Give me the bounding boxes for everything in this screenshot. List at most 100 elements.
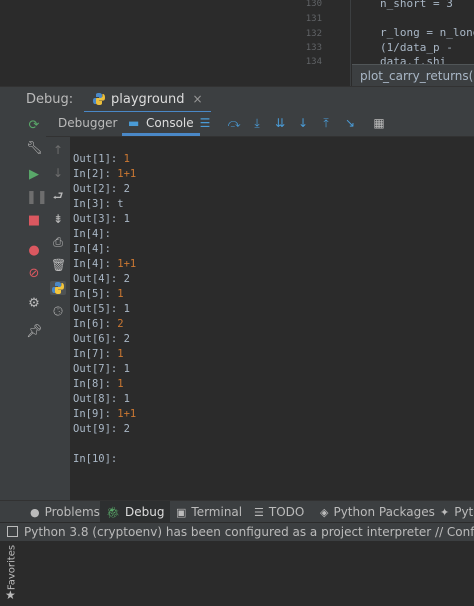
console-value: 1 bbox=[117, 348, 124, 360]
console-value: 2 bbox=[123, 333, 130, 345]
show-execution-point-icon[interactable]: ⤼ bbox=[227, 116, 241, 130]
step-over-icon[interactable]: ⤓ bbox=[250, 116, 264, 130]
run-config-tab[interactable]: playground × bbox=[84, 87, 211, 113]
python-console-icon[interactable] bbox=[50, 281, 66, 295]
print-icon[interactable]: ⎙ bbox=[51, 235, 65, 249]
console-line: In[9]: 1+1 bbox=[73, 407, 136, 422]
bottom-tab-python-packages[interactable]: ◈ Python Packages bbox=[314, 501, 441, 523]
debug-tool-window-header: Debug: playground × bbox=[0, 86, 474, 113]
bottom-tab-debug[interactable]: 🐞︎ Debug bbox=[100, 501, 171, 523]
console-value: 1 bbox=[123, 393, 130, 405]
code-line[interactable]: n_short = 3 bbox=[380, 0, 453, 10]
console-value: 2 bbox=[123, 423, 130, 435]
settings-gear-icon[interactable]: ⚙ bbox=[26, 296, 42, 312]
status-bar: Python 3.8 (cryptoenv) has been configur… bbox=[0, 522, 474, 541]
code-line[interactable]: r_long = n_long bbox=[380, 26, 474, 39]
console-value: 1 bbox=[123, 153, 130, 165]
console-line: Out[1]: 1 bbox=[73, 152, 130, 167]
console-line: In[7]: 1 bbox=[73, 347, 124, 362]
console-prompt: Out[3]: bbox=[73, 213, 124, 225]
status-message[interactable]: Python 3.8 (cryptoenv) has been configur… bbox=[24, 525, 474, 539]
console-line: In[4]: bbox=[73, 242, 111, 257]
console-prompt: Out[6]: bbox=[73, 333, 124, 345]
resume-icon[interactable]: ▶ bbox=[26, 167, 42, 183]
line-number: 133 bbox=[305, 43, 322, 53]
soft-wrap-icon[interactable]: ⮐ bbox=[51, 189, 65, 203]
packages-icon: ◈ bbox=[320, 506, 329, 519]
console-line: In[5]: 1 bbox=[73, 287, 124, 302]
console-value: 1+1 bbox=[117, 408, 137, 420]
console-value: 1 bbox=[123, 363, 130, 375]
run-config-label: playground bbox=[111, 91, 185, 107]
code-line[interactable]: (1/data_p - bbox=[380, 41, 453, 54]
arrow-up-icon[interactable]: ↑ bbox=[51, 143, 65, 157]
step-into-my-code-icon[interactable]: ↓ bbox=[296, 116, 310, 130]
console-prompt: In[7]: bbox=[73, 348, 118, 360]
bottom-tab-python-console[interactable]: ✦ Pyt bbox=[434, 501, 474, 523]
active-tab-indicator bbox=[122, 133, 200, 136]
tool-windows-toggle-icon[interactable] bbox=[7, 526, 18, 537]
console-line: In[2]: 1+1 bbox=[73, 167, 136, 182]
bottom-tab-todo[interactable]: ☰ TODO bbox=[248, 501, 310, 523]
python-console-icon: ✦ bbox=[440, 506, 450, 519]
gutter-divider bbox=[350, 0, 351, 86]
pin-icon[interactable]: 📌︎ bbox=[26, 324, 43, 340]
console-line: Out[9]: 2 bbox=[73, 422, 130, 437]
console-line: In[3]: t bbox=[73, 197, 124, 212]
console-value: 1 bbox=[117, 378, 124, 390]
console-prompt: In[8]: bbox=[73, 378, 118, 390]
console-prompt: In[10]: bbox=[73, 453, 118, 465]
console-value: 2 bbox=[123, 183, 130, 195]
clock-history-icon[interactable]: 🕓︎ bbox=[51, 304, 65, 318]
line-number: 132 bbox=[305, 29, 322, 39]
console-prompt: In[2]: bbox=[73, 168, 118, 180]
close-tab-icon[interactable]: × bbox=[193, 92, 203, 106]
console-line: In[10]: bbox=[73, 452, 117, 467]
debug-actions-toolbar: ⟳ 🔧︎ ▶ ❚❚ ■ ● ⊘ ⚙ 📌︎ bbox=[22, 112, 48, 500]
favorites-tool-button[interactable]: Favorites ★ bbox=[2, 540, 20, 606]
arrow-down-icon[interactable]: ↓ bbox=[51, 166, 65, 180]
console-prompt: Out[7]: bbox=[73, 363, 124, 375]
wrench-icon[interactable]: 🔧︎ bbox=[26, 141, 43, 157]
bottom-tab-problems[interactable]: ● Problems bbox=[24, 501, 106, 523]
pause-icon[interactable]: ❚❚ bbox=[26, 190, 48, 206]
console-line: In[8]: 1 bbox=[73, 377, 124, 392]
console-prompt: Out[1]: bbox=[73, 153, 124, 165]
step-out-icon[interactable]: ⤒ bbox=[319, 116, 333, 130]
scroll-to-end-icon[interactable]: ⇟ bbox=[51, 212, 65, 226]
console-prompt: In[4]: bbox=[73, 243, 111, 255]
code-editor[interactable]: 130 131 132 133 134 n_short = 3 r_long =… bbox=[0, 0, 474, 87]
console-prompt: Out[5]: bbox=[73, 303, 124, 315]
debug-tabs-row: Debugger ▬ Console ☰ ⤼ ⤓ ⇊ ↓ ⤒ ↘ ▦ bbox=[46, 112, 474, 137]
console-line: Out[4]: 2 bbox=[73, 272, 130, 287]
tab-console[interactable]: Console bbox=[146, 116, 194, 130]
bottom-tool-tabs: ● Problems 🐞︎ Debug ▣ Terminal ☰ TODO ◈ Pytho… bbox=[0, 500, 474, 523]
line-number: 134 bbox=[305, 57, 322, 67]
debug-title: Debug: bbox=[26, 92, 74, 107]
rerun-icon[interactable]: ⟳ bbox=[26, 118, 42, 134]
console-line: Out[2]: 2 bbox=[73, 182, 130, 197]
console-value: 2 bbox=[123, 273, 130, 285]
console-line: Out[5]: 1 bbox=[73, 302, 130, 317]
menu-lines-icon[interactable]: ☰ bbox=[198, 116, 212, 130]
console-value: 1+1 bbox=[117, 258, 137, 270]
run-to-cursor-icon[interactable]: ↘ bbox=[343, 116, 357, 130]
evaluate-expression-icon[interactable]: ▦ bbox=[372, 116, 386, 130]
step-into-icon[interactable]: ⇊ bbox=[273, 116, 287, 130]
mute-breakpoints-icon[interactable]: ⊘ bbox=[26, 266, 42, 282]
bottom-tab-terminal[interactable]: ▣ Terminal bbox=[170, 501, 248, 523]
view-breakpoints-icon[interactable]: ● bbox=[26, 243, 42, 259]
line-number: 130 bbox=[305, 0, 322, 9]
console-line: In[4]: bbox=[73, 227, 111, 242]
problems-icon: ● bbox=[30, 506, 40, 519]
trash-icon[interactable]: 🗑︎ bbox=[51, 258, 66, 272]
console-prompt: Out[8]: bbox=[73, 393, 124, 405]
star-icon: ★ bbox=[5, 588, 16, 602]
stop-icon[interactable]: ■ bbox=[26, 213, 42, 229]
parameter-hint-popup[interactable]: plot_carry_returns() bbox=[352, 64, 474, 87]
python-icon bbox=[52, 282, 64, 294]
console-prompt: In[3]: bbox=[73, 198, 118, 210]
tab-debugger[interactable]: Debugger bbox=[58, 116, 117, 130]
python-icon bbox=[93, 93, 105, 105]
console-output[interactable]: Out[1]: 1 In[2]: 1+1 Out[2]: 2 In[3]: t Out[… bbox=[72, 152, 472, 492]
